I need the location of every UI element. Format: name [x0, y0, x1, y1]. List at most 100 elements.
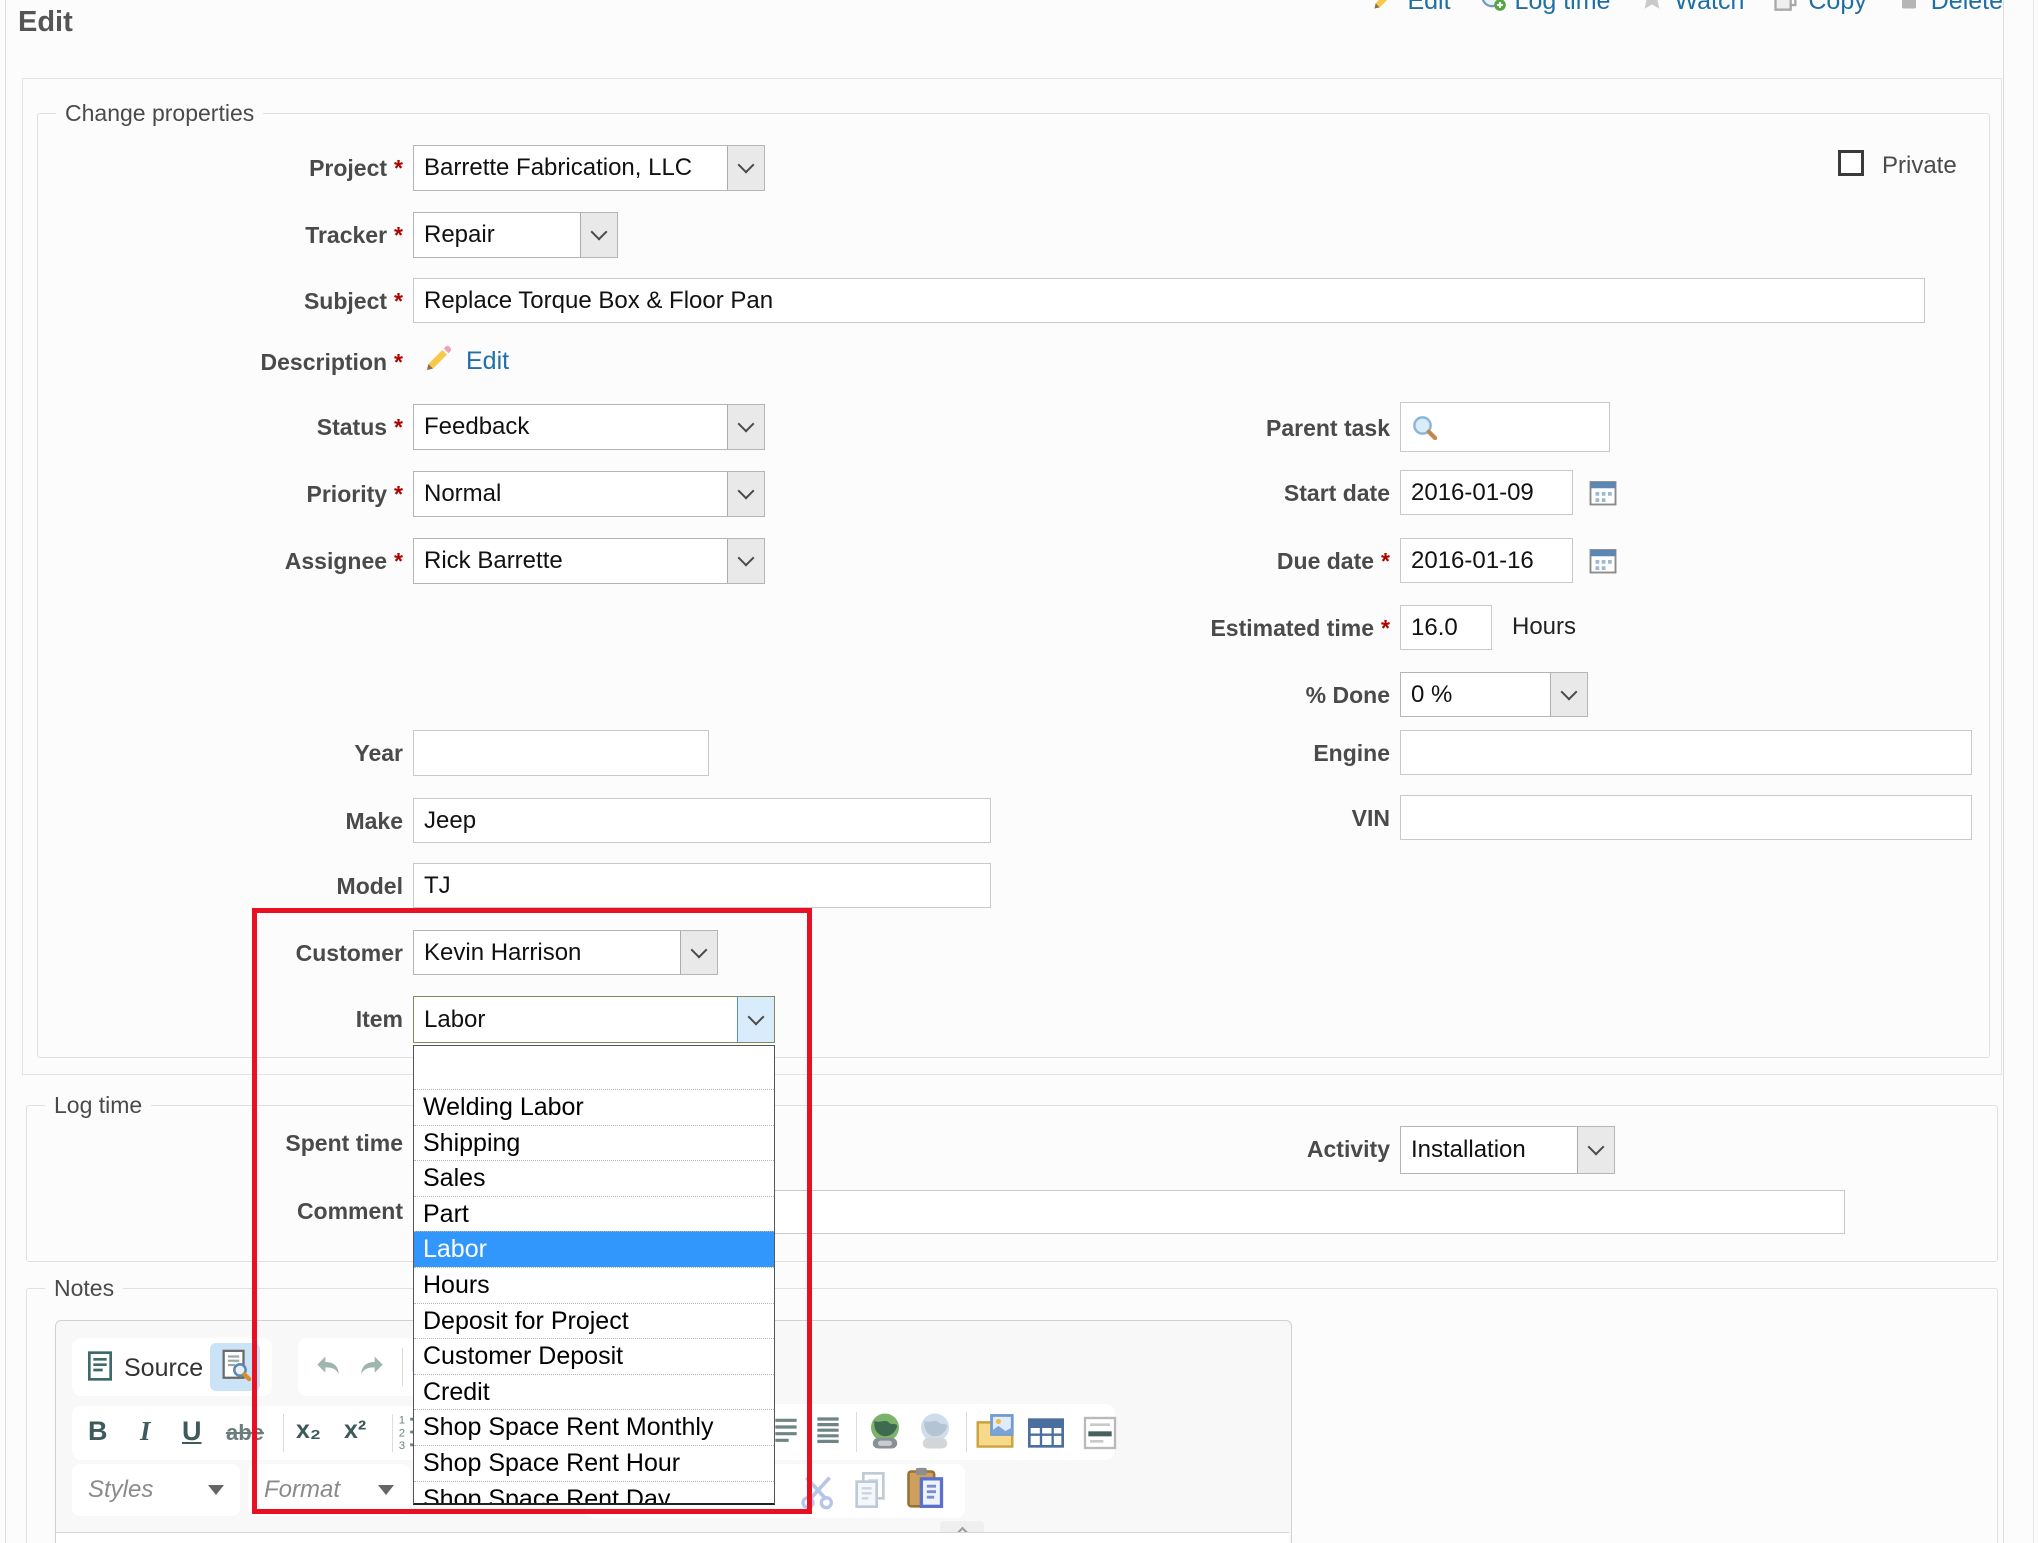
bold-button[interactable]: B	[88, 1416, 108, 1447]
dropdown-option[interactable]: Shop Space Rent Hour	[414, 1445, 774, 1481]
estimated-time-input[interactable]: 16.0	[1400, 605, 1492, 650]
chevron-down-icon[interactable]	[727, 539, 764, 583]
dropdown-option[interactable]: Customer Deposit	[414, 1338, 774, 1374]
due-date-input[interactable]: 2016-01-16	[1400, 538, 1573, 583]
toolbar-separator	[966, 1412, 967, 1452]
model-label: Model	[40, 873, 403, 900]
scissors-icon	[798, 1497, 838, 1514]
project-select[interactable]: Barrette Fabrication, LLC	[413, 145, 765, 191]
chevron-down-icon[interactable]	[680, 931, 717, 974]
dropdown-option[interactable]: Sales	[414, 1160, 774, 1196]
link-button[interactable]	[864, 1410, 906, 1457]
dropdown-option[interactable]: Part	[414, 1196, 774, 1232]
dropdown-option[interactable]	[414, 1046, 774, 1089]
redo-icon	[356, 1367, 388, 1384]
assignee-value: Rick Barrette	[424, 547, 563, 575]
strikethrough-button[interactable]: abe	[226, 1420, 264, 1446]
superscript-button[interactable]: x²	[344, 1416, 366, 1445]
start-date-input[interactable]: 2016-01-09	[1400, 470, 1573, 515]
activity-value: Installation	[1411, 1136, 1526, 1164]
make-label: Make	[40, 808, 403, 835]
chevron-down-icon[interactable]	[1577, 1127, 1614, 1173]
toolbar-separator	[283, 1414, 284, 1452]
description-edit-link[interactable]: Edit	[466, 347, 509, 376]
copy-action-link[interactable]: Copy	[1772, 0, 1866, 19]
redo-button[interactable]	[356, 1352, 388, 1385]
vin-input[interactable]	[1400, 795, 1972, 840]
underline-button[interactable]: U	[182, 1416, 202, 1447]
project-label: Project*	[40, 155, 403, 182]
image-button[interactable]	[974, 1412, 1016, 1455]
chevron-down-icon[interactable]	[727, 405, 764, 449]
dropdown-option[interactable]: Shop Space Rent Day	[414, 1481, 774, 1505]
clock-plus-icon	[1479, 0, 1507, 19]
notes-editing-area[interactable]	[56, 1532, 1289, 1543]
paste-clipboard-icon	[903, 1497, 947, 1514]
svg-text:1: 1	[399, 1414, 405, 1426]
model-input[interactable]: TJ	[413, 863, 991, 908]
item-label: Item	[40, 1006, 403, 1033]
justify-button[interactable]	[812, 1414, 844, 1453]
calendar-icon[interactable]	[1588, 545, 1618, 580]
private-checkbox[interactable]	[1838, 150, 1864, 176]
italic-button[interactable]: I	[140, 1416, 151, 1447]
assignee-select[interactable]: Rick Barrette	[413, 538, 765, 584]
preview-button[interactable]	[210, 1343, 260, 1391]
dropdown-option[interactable]: Hours	[414, 1267, 774, 1303]
styles-combo-label: Styles	[88, 1476, 153, 1504]
cut-button[interactable]	[798, 1472, 838, 1515]
edit-action-label: Edit	[1407, 0, 1450, 16]
copy-button[interactable]	[850, 1470, 890, 1515]
watch-action-link[interactable]: Watch	[1638, 0, 1744, 19]
globe-link-icon	[864, 1439, 906, 1456]
item-select[interactable]: Labor	[413, 996, 775, 1043]
dropdown-option[interactable]: Shop Space Rent Monthly	[414, 1409, 774, 1445]
format-combo[interactable]: Format	[248, 1464, 410, 1516]
pencil-icon	[423, 342, 455, 379]
dropdown-option[interactable]: Deposit for Project	[414, 1303, 774, 1339]
engine-input[interactable]	[1400, 730, 1972, 775]
status-label: Status*	[40, 414, 403, 441]
log-time-action-link[interactable]: Log time	[1479, 0, 1611, 19]
preview-icon	[218, 1348, 252, 1387]
undo-button[interactable]	[312, 1352, 344, 1385]
dropdown-option-selected[interactable]: Labor	[414, 1231, 774, 1267]
tracker-select[interactable]: Repair	[413, 212, 618, 258]
copy-action-label: Copy	[1808, 0, 1866, 16]
copy-icon	[1772, 0, 1800, 19]
year-input[interactable]	[413, 730, 709, 776]
horizontal-rule-button[interactable]	[1080, 1416, 1120, 1455]
dropdown-option[interactable]: Shipping	[414, 1125, 774, 1161]
status-select[interactable]: Feedback	[413, 404, 765, 450]
percent-done-select[interactable]: 0 %	[1400, 672, 1588, 717]
image-icon	[974, 1437, 1016, 1454]
chevron-down-icon[interactable]	[580, 213, 617, 257]
edit-action-link[interactable]: Edit	[1371, 0, 1450, 19]
source-button[interactable]: Source	[124, 1354, 203, 1383]
styles-combo[interactable]: Styles	[72, 1464, 240, 1516]
horizontal-rule-icon	[1080, 1437, 1120, 1454]
customer-select[interactable]: Kevin Harrison	[413, 930, 718, 975]
dropdown-option[interactable]: Credit	[414, 1374, 774, 1410]
paste-button[interactable]	[903, 1466, 947, 1515]
table-button[interactable]	[1026, 1416, 1066, 1455]
chevron-down-icon[interactable]	[737, 997, 774, 1042]
globe-unlink-icon	[914, 1439, 956, 1456]
toolbar-separator	[392, 1414, 393, 1452]
calendar-icon[interactable]	[1588, 477, 1618, 512]
chevron-down-icon[interactable]	[727, 472, 764, 516]
source-icon	[84, 1350, 116, 1387]
activity-select[interactable]: Installation	[1400, 1126, 1615, 1174]
priority-select[interactable]: Normal	[413, 471, 765, 517]
engine-label: Engine	[980, 740, 1390, 767]
chevron-down-icon[interactable]	[1550, 673, 1587, 716]
make-input[interactable]: Jeep	[413, 798, 991, 843]
unlink-button[interactable]	[914, 1410, 956, 1457]
chevron-down-icon[interactable]	[727, 146, 764, 190]
chevron-down-icon	[208, 1485, 224, 1495]
dropdown-option[interactable]: Welding Labor	[414, 1089, 774, 1125]
year-label: Year	[40, 740, 403, 767]
subscript-button[interactable]: x₂	[296, 1416, 321, 1445]
delete-action-link[interactable]: Delete	[1895, 0, 2003, 19]
subject-input[interactable]: Replace Torque Box & Floor Pan	[413, 278, 1925, 323]
